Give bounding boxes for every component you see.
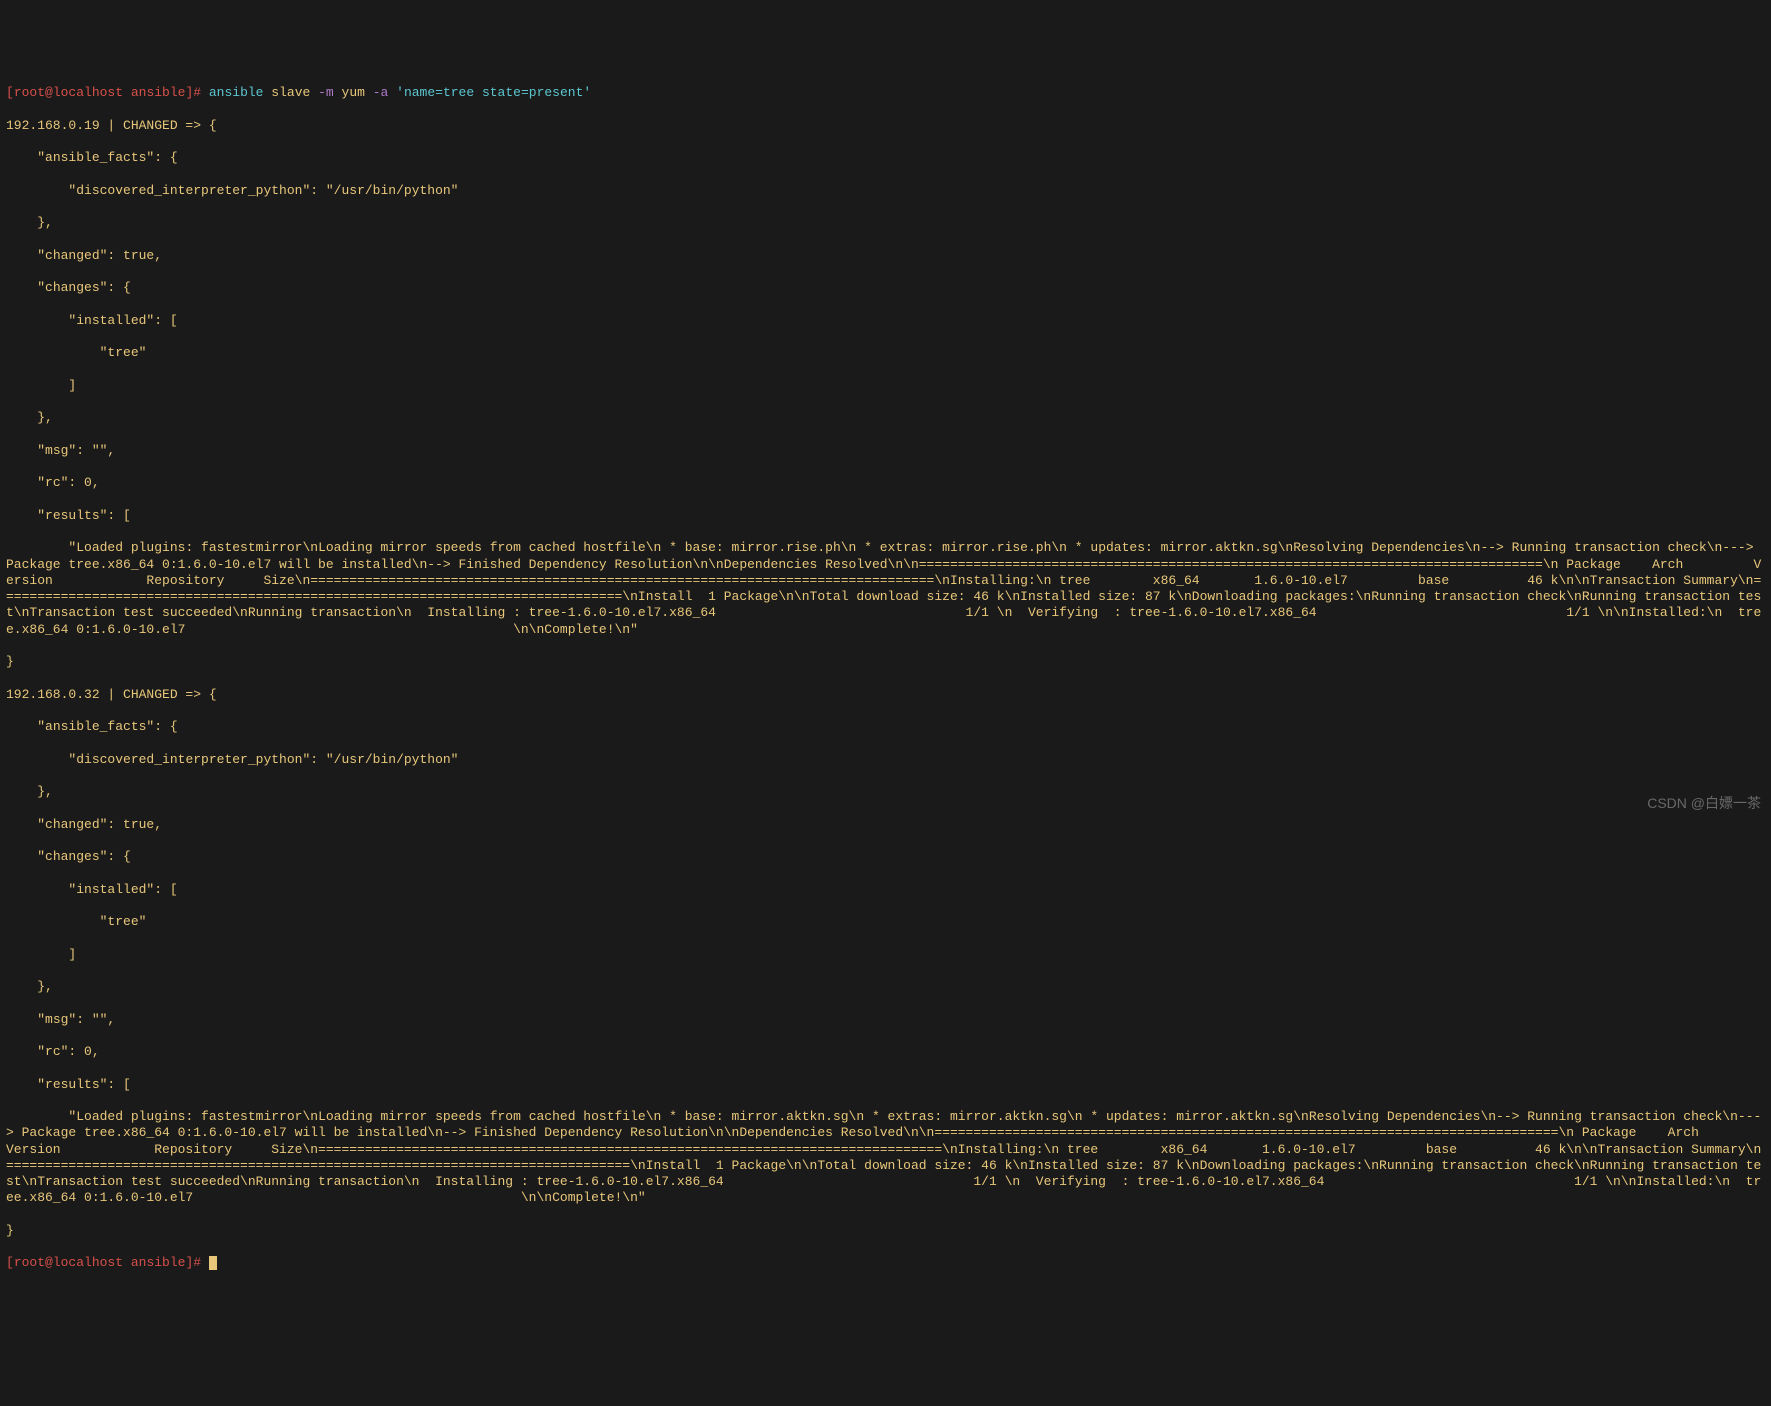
host2-tree: "tree"	[6, 914, 1765, 930]
host2-msg: "msg": "",	[6, 1012, 1765, 1028]
host2-changed: "changed": true,	[6, 817, 1765, 833]
terminal-output: [root@localhost ansible]# ansible slave …	[6, 69, 1765, 1288]
host2-results-body: "Loaded plugins: fastestmirror\nLoading …	[6, 1109, 1765, 1207]
host1-installed-open: "installed": [	[6, 313, 1765, 329]
host1-results-body: "Loaded plugins: fastestmirror\nLoading …	[6, 540, 1765, 638]
prompt-bracket-open: [	[6, 85, 14, 100]
host2-rc: "rc": 0,	[6, 1044, 1765, 1060]
prompt2-bracket-close: ]	[185, 1255, 193, 1270]
host1-header: 192.168.0.19 | CHANGED => {	[6, 118, 1765, 134]
host1-changes-open: "changes": {	[6, 280, 1765, 296]
host1-msg: "msg": "",	[6, 443, 1765, 459]
prompt2-hash: #	[193, 1255, 209, 1270]
host2-results-open: "results": [	[6, 1077, 1765, 1093]
host2-changes-close: },	[6, 979, 1765, 995]
host2-close: }	[6, 1223, 1765, 1239]
cmd-ansible: ansible	[209, 85, 271, 100]
prompt-line-2[interactable]: [root@localhost ansible]#	[6, 1255, 1765, 1271]
host1-close: }	[6, 654, 1765, 670]
host2-facts-close: },	[6, 784, 1765, 800]
host2-installed-close: ]	[6, 947, 1765, 963]
host2-changes-open: "changes": {	[6, 849, 1765, 865]
prompt2-bracket-open: [	[6, 1255, 14, 1270]
watermark: CSDN @白嫖一茶	[1647, 795, 1761, 813]
host1-results-open: "results": [	[6, 508, 1765, 524]
prompt-hash: #	[193, 85, 209, 100]
host1-interp: "discovered_interpreter_python": "/usr/b…	[6, 183, 1765, 199]
cmd-args: 'name=tree state=present'	[396, 85, 591, 100]
cmd-module: yum	[342, 85, 373, 100]
flag-m: -m	[318, 85, 341, 100]
host1-changed: "changed": true,	[6, 248, 1765, 264]
host2-interp: "discovered_interpreter_python": "/usr/b…	[6, 752, 1765, 768]
cursor-icon	[209, 1256, 217, 1270]
host1-changes-close: },	[6, 410, 1765, 426]
prompt2-dir: ansible	[131, 1255, 186, 1270]
host2-facts-open: "ansible_facts": {	[6, 719, 1765, 735]
prompt-dir: ansible	[131, 85, 186, 100]
prompt-userhost: root@localhost	[14, 85, 131, 100]
flag-a: -a	[373, 85, 396, 100]
host1-facts-open: "ansible_facts": {	[6, 150, 1765, 166]
host1-installed-close: ]	[6, 378, 1765, 394]
host1-rc: "rc": 0,	[6, 475, 1765, 491]
host1-facts-close: },	[6, 215, 1765, 231]
host2-header: 192.168.0.32 | CHANGED => {	[6, 687, 1765, 703]
host1-tree: "tree"	[6, 345, 1765, 361]
prompt2-userhost: root@localhost	[14, 1255, 131, 1270]
prompt-line-1[interactable]: [root@localhost ansible]# ansible slave …	[6, 85, 1765, 101]
host2-installed-open: "installed": [	[6, 882, 1765, 898]
cmd-target: slave	[271, 85, 318, 100]
